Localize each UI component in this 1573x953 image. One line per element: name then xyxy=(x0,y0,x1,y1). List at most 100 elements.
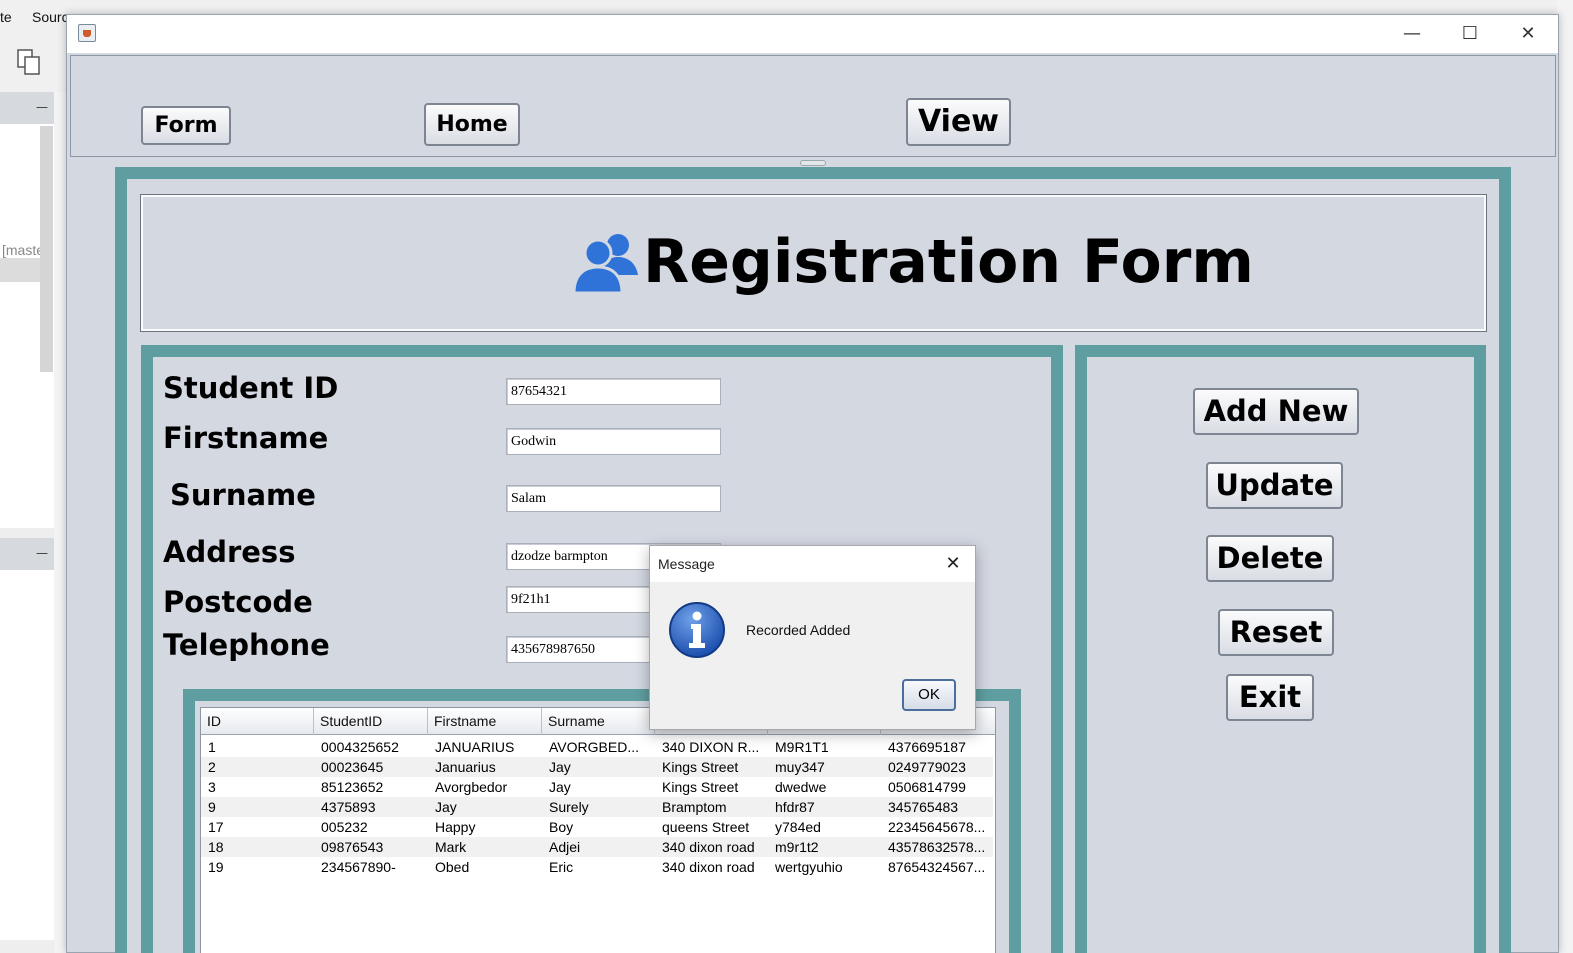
app-window: — ☐ ✕ Form Home View Registration Form S… xyxy=(66,14,1559,953)
table-row[interactable]: 17 005232 Happy Boy queens Street y784ed 22345… xyxy=(201,817,993,837)
column-header-id[interactable]: ID xyxy=(201,708,314,735)
cell-address: Kings Street xyxy=(662,779,739,795)
cell-studentid: 00023645 xyxy=(321,759,384,775)
info-icon xyxy=(669,602,725,658)
ide-menu-item[interactable]: te xyxy=(0,9,12,25)
cell-postcode: wertgyuhio xyxy=(775,859,843,875)
cell-firstname: Happy xyxy=(435,819,476,835)
cell-id: 19 xyxy=(208,859,224,875)
navigation-bar: Form Home View xyxy=(70,55,1556,157)
page-title: Registration Form xyxy=(643,227,1254,297)
delete-button[interactable]: Delete xyxy=(1206,535,1334,582)
window-titlebar: — ☐ ✕ xyxy=(67,15,1558,53)
dialog-titlebar: Message ✕ xyxy=(650,546,975,582)
cell-postcode: y784ed xyxy=(775,819,821,835)
table-row[interactable]: 1 0004325652 JANUARIUS AVORGBED... 340 DIXON… xyxy=(201,737,993,757)
cell-id: 3 xyxy=(208,779,216,795)
ide-navigator-panel xyxy=(0,570,54,940)
cell-surname: Adjei xyxy=(549,839,581,855)
copy-icon[interactable] xyxy=(16,48,42,76)
ide-right-strip xyxy=(1557,0,1573,953)
ide-branch-label: [maste xyxy=(2,242,45,258)
minimize-button[interactable]: — xyxy=(1392,21,1432,47)
postcode-label: Postcode xyxy=(163,585,313,619)
cell-postcode: dwedwe xyxy=(775,779,827,795)
surname-label: Surname xyxy=(170,478,316,512)
ide-panel-header: — xyxy=(0,92,54,124)
firstname-field[interactable]: Godwin xyxy=(506,428,721,455)
firstname-label: Firstname xyxy=(163,421,329,455)
cell-telephone: 43578632578... xyxy=(888,839,986,855)
java-app-icon xyxy=(78,24,96,42)
dialog-message: Recorded Added xyxy=(746,622,851,638)
cell-id: 18 xyxy=(208,839,224,855)
ide-selected-row[interactable] xyxy=(0,258,40,282)
add-new-button[interactable]: Add New xyxy=(1193,388,1359,435)
cell-address: 340 DIXON R... xyxy=(662,739,760,755)
view-button[interactable]: View xyxy=(906,98,1011,146)
column-header-surname[interactable]: Surname xyxy=(542,708,655,735)
column-header-firstname[interactable]: Firstname xyxy=(428,708,542,735)
student-id-field[interactable]: 87654321 xyxy=(506,378,721,405)
cell-surname: Jay xyxy=(549,759,571,775)
cell-firstname: Januarius xyxy=(435,759,496,775)
student-id-label: Student ID xyxy=(163,371,339,405)
students-table[interactable]: ID StudentID Firstname Surname 1 00043256… xyxy=(200,707,996,953)
home-button[interactable]: Home xyxy=(424,103,520,146)
cell-firstname: Mark xyxy=(435,839,467,855)
users-icon xyxy=(572,234,638,295)
cell-postcode: hfdr87 xyxy=(775,799,815,815)
ide-toolbar xyxy=(0,30,68,92)
cell-surname: Jay xyxy=(549,779,571,795)
cell-firstname: Obed xyxy=(435,859,470,875)
cell-telephone: 4376695187 xyxy=(888,739,966,755)
cell-surname: Surely xyxy=(549,799,589,815)
form-button[interactable]: Form xyxy=(141,106,231,145)
table-row[interactable]: 19 234567890- Obed Eric 340 dixon road wertgy… xyxy=(201,857,993,877)
cell-address: 340 dixon road xyxy=(662,859,755,875)
cell-surname: Eric xyxy=(549,859,574,875)
cell-telephone: 87654324567... xyxy=(888,859,986,875)
cell-address: 340 dixon road xyxy=(662,839,755,855)
ide-panel-header-2: — xyxy=(0,538,54,570)
cell-studentid: 0004325652 xyxy=(321,739,399,755)
cell-telephone: 0249779023 xyxy=(888,759,966,775)
table-row[interactable]: 9 4375893 Jay Surely Bramptom hfdr87 345765483 xyxy=(201,797,993,817)
ide-scrollbar[interactable] xyxy=(40,126,53,372)
table-row[interactable]: 18 09876543 Mark Adjei 340 dixon road m9r1t2 4… xyxy=(201,837,993,857)
close-button[interactable]: ✕ xyxy=(1508,21,1548,47)
dialog-title: Message xyxy=(658,556,715,572)
minimize-icon[interactable]: — xyxy=(36,546,48,560)
cell-studentid: 85123652 xyxy=(321,779,384,795)
cell-studentid: 4375893 xyxy=(321,799,376,815)
update-button[interactable]: Update xyxy=(1206,462,1343,509)
cell-id: 9 xyxy=(208,799,216,815)
cell-surname: Boy xyxy=(549,819,574,835)
exit-button[interactable]: Exit xyxy=(1226,674,1314,721)
minimize-icon[interactable]: — xyxy=(36,100,48,114)
maximize-button[interactable]: ☐ xyxy=(1450,21,1490,47)
column-header-studentid[interactable]: StudentID xyxy=(314,708,428,735)
cell-id: 2 xyxy=(208,759,216,775)
ide-menu-item-source[interactable]: Sourc xyxy=(32,9,69,25)
address-label: Address xyxy=(163,535,296,569)
cell-postcode: M9R1T1 xyxy=(775,739,829,755)
cell-postcode: muy347 xyxy=(775,759,825,775)
surname-field[interactable]: Salam xyxy=(506,485,721,512)
ok-button[interactable]: OK xyxy=(902,679,956,711)
reset-button[interactable]: Reset xyxy=(1218,609,1334,656)
cell-firstname: Jay xyxy=(435,799,457,815)
table-row[interactable]: 3 85123652 Avorgbedor Jay Kings Street dwedwe… xyxy=(201,777,993,797)
cell-telephone: 345765483 xyxy=(888,799,959,815)
message-dialog: Message ✕ Recorded Added OK xyxy=(649,545,976,730)
cell-studentid: 09876543 xyxy=(321,839,384,855)
dialog-close-button[interactable]: ✕ xyxy=(939,552,967,576)
cell-surname: AVORGBED... xyxy=(549,739,639,755)
cell-address: Kings Street xyxy=(662,759,739,775)
cell-firstname: JANUARIUS xyxy=(435,739,515,755)
table-row[interactable]: 2 00023645 Januarius Jay Kings Street muy347 0… xyxy=(201,757,993,777)
split-divider[interactable] xyxy=(800,160,826,166)
cell-telephone: 22345645678... xyxy=(888,819,986,835)
cell-studentid: 005232 xyxy=(321,819,368,835)
cell-id: 17 xyxy=(208,819,224,835)
